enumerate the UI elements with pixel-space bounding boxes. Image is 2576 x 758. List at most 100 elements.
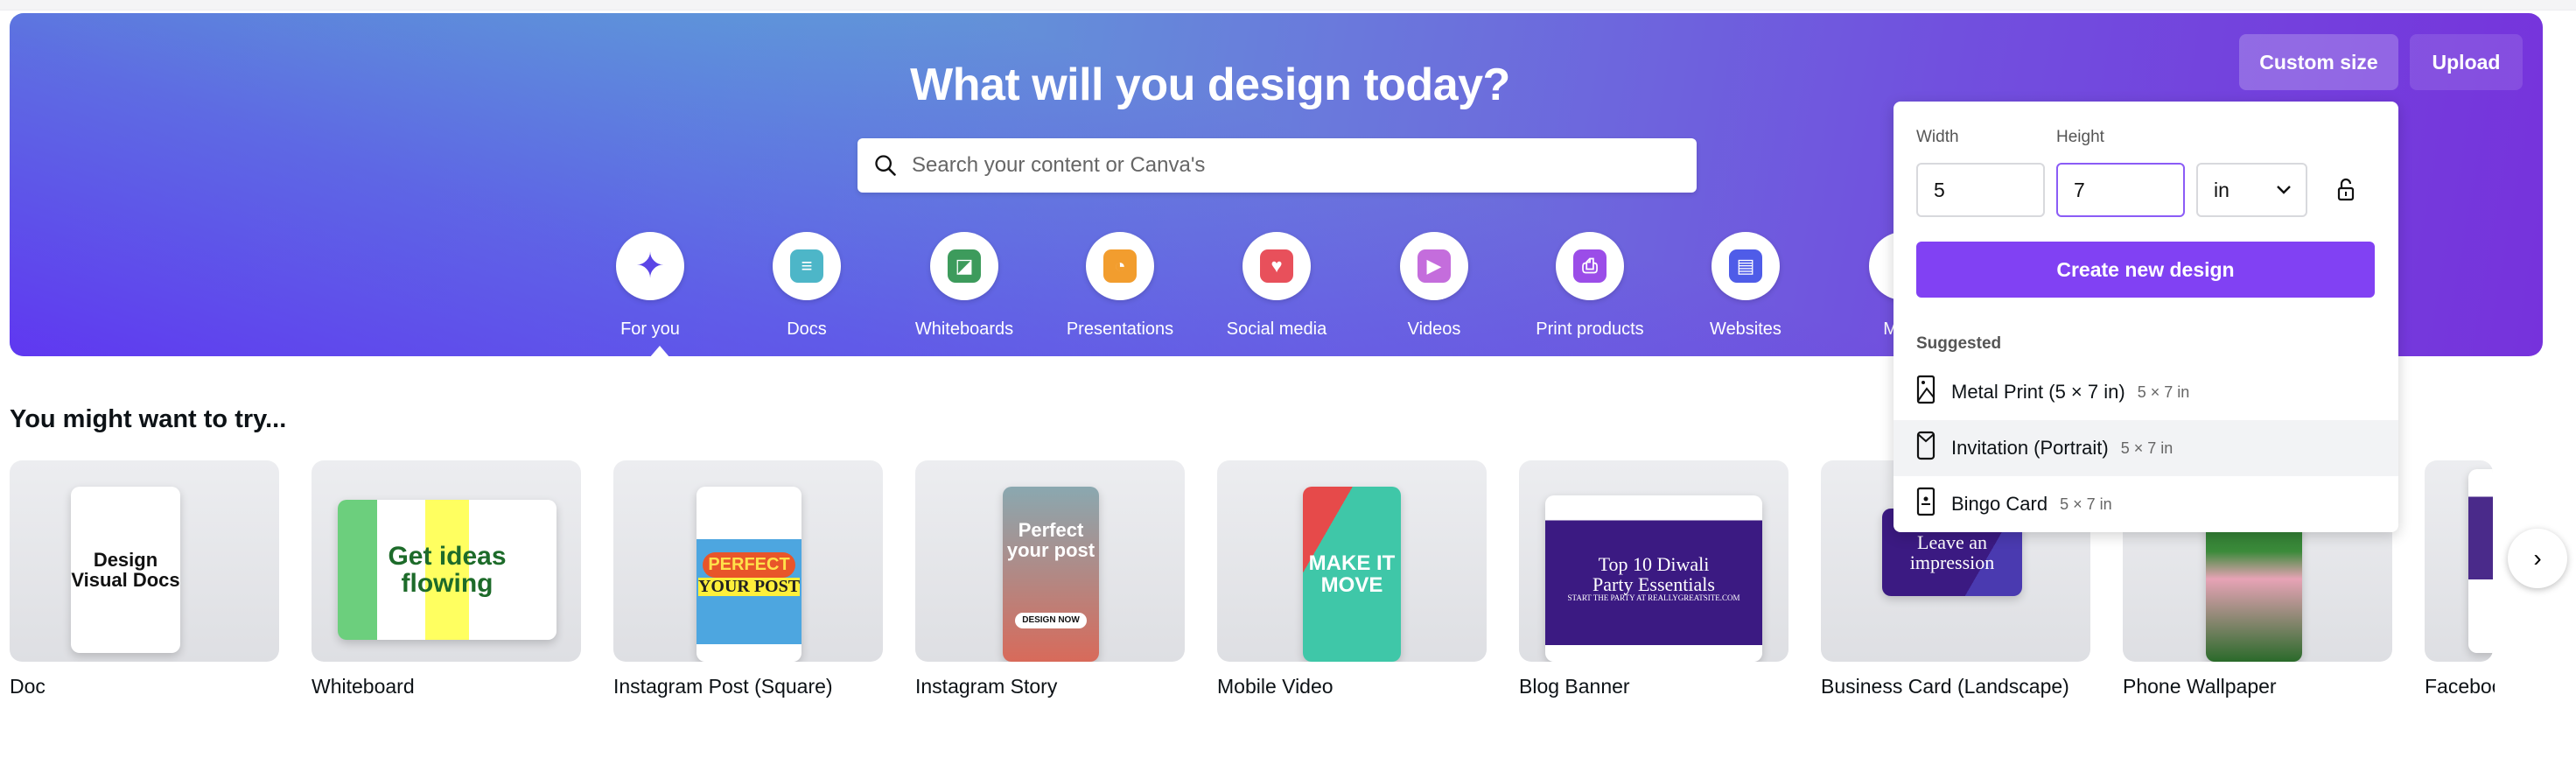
width-label: Width	[1916, 128, 1959, 146]
upload-button[interactable]: Upload	[2410, 34, 2523, 90]
template-thumbnail: Design Visual Docs	[71, 487, 180, 653]
website-icon: ▤	[1729, 249, 1762, 283]
category-circle: ✦	[616, 232, 684, 300]
category-circle: ⎙	[1556, 232, 1624, 300]
heart-icon: ♥	[1260, 249, 1293, 283]
browser-top-edge	[0, 0, 2576, 11]
thumbnail-text: impression	[1909, 551, 1995, 573]
search-bar[interactable]	[858, 138, 1697, 193]
category-print-products[interactable]: ⎙ Print products	[1529, 232, 1651, 340]
custom-size-button[interactable]: Custom size	[2239, 34, 2398, 90]
suggestion-size: 5 × 7 in	[2060, 495, 2112, 513]
suggested-label: Suggested	[1916, 334, 2002, 353]
template-card-label[interactable]: Facebook Post	[2425, 675, 2495, 698]
whiteboard-icon: ◪	[948, 249, 981, 283]
category-docs[interactable]: ≡ Docs	[746, 232, 868, 340]
suggestion-size: 5 × 7 in	[2137, 383, 2190, 401]
category-circle: ≡	[773, 232, 841, 300]
template-thumbnail: Get ideas flowing	[338, 500, 556, 640]
template-card-label[interactable]: Instagram Story	[915, 675, 1057, 698]
invitation-icon	[1916, 431, 1951, 466]
template-card-label[interactable]: Doc	[10, 675, 46, 698]
category-label: Social media	[1226, 319, 1327, 339]
template-card-label[interactable]: Instagram Post (Square)	[613, 675, 833, 698]
category-label: Websites	[1710, 319, 1782, 339]
section-title: You might want to try...	[10, 405, 287, 433]
category-whiteboards[interactable]: ◪ Whiteboards	[903, 232, 1026, 340]
thumbnail-text: Perfect your post	[1006, 518, 1096, 561]
thumbnail-text: Leave an	[1917, 530, 1987, 553]
category-label: Whiteboards	[914, 319, 1014, 339]
thumbnail-text: Party Essentials	[1592, 573, 1715, 596]
suggestion-name: Metal Print (5 × 7 in)	[1951, 381, 2125, 403]
thumbnail-text: YOUR POST	[697, 577, 801, 596]
template-card-instagram-story[interactable]: Perfect your post DESIGN NOW	[915, 460, 1185, 662]
category-circle: ◔	[1086, 232, 1154, 300]
category-circle: ♥	[1242, 232, 1311, 300]
sparkle-icon: ✦	[635, 247, 665, 285]
category-circle: ▤	[1712, 232, 1780, 300]
category-for-you[interactable]: ✦ For you	[589, 232, 711, 340]
search-icon	[875, 155, 896, 176]
suggestion-item[interactable]: Bingo Card 5 × 7 in	[1894, 476, 2398, 532]
carousel-next-button[interactable]: ›	[2508, 529, 2567, 588]
template-thumbnail: PERFECT YOUR POST	[696, 487, 802, 662]
presentation-icon: ◔	[1103, 249, 1137, 283]
height-input[interactable]	[2056, 163, 2185, 217]
video-icon: ▶	[1418, 249, 1451, 283]
height-label: Height	[2056, 128, 2104, 146]
selected-category-pointer	[649, 346, 670, 356]
template-card-doc[interactable]: Design Visual Docs	[10, 460, 279, 662]
template-card-label[interactable]: Blog Banner	[1519, 675, 1630, 698]
thumbnail-text: flowing	[401, 569, 494, 598]
suggestion-item[interactable]: Invitation (Portrait) 5 × 7 in	[1894, 420, 2398, 476]
template-card-mobile-video[interactable]: MAKE IT MOVE	[1217, 460, 1487, 662]
category-label: Print products	[1536, 319, 1644, 339]
unlock-icon[interactable]	[2336, 178, 2356, 202]
suggestion-size: 5 × 7 in	[2120, 439, 2174, 457]
thumbnail-text: Visual Docs	[71, 569, 180, 591]
unit-select[interactable]: in	[2196, 163, 2307, 217]
template-card-label[interactable]: Phone Wallpaper	[2123, 675, 2277, 698]
category-label: Presentations	[1066, 319, 1174, 339]
thumbnail-text: START THE PARTY AT REALLYGREATSITE.COM	[1567, 593, 1740, 603]
category-videos[interactable]: ▶ Videos	[1373, 232, 1495, 340]
thumbnail-text: Design	[93, 548, 158, 571]
template-card-facebook-post[interactable]	[2425, 460, 2493, 662]
category-circle: ▶	[1400, 232, 1468, 300]
template-thumbnail	[2468, 469, 2493, 653]
chevron-down-icon	[2277, 186, 2291, 194]
template-thumbnail: MAKE IT MOVE	[1303, 487, 1401, 662]
category-circle: ◪	[930, 232, 998, 300]
template-card-blog-banner[interactable]: Top 10 Diwali Party Essentials START THE P…	[1519, 460, 1788, 662]
template-card-whiteboard[interactable]: Get ideas flowing	[312, 460, 581, 662]
thumbnail-text: Top 10 Diwali	[1598, 553, 1710, 576]
thumbnail-text: MAKE IT	[1308, 551, 1396, 575]
category-presentations[interactable]: ◔ Presentations	[1059, 232, 1181, 340]
template-thumbnail: Top 10 Diwali Party Essentials START THE P…	[1545, 495, 1762, 662]
category-social-media[interactable]: ♥ Social media	[1215, 232, 1338, 340]
thumbnail-text: DESIGN NOW	[1015, 612, 1087, 629]
suggestion-name: Invitation (Portrait)	[1951, 437, 2109, 459]
image-frame-icon	[1916, 375, 1951, 410]
template-card-instagram-post-square[interactable]: PERFECT YOUR POST	[613, 460, 883, 662]
template-card-label[interactable]: Whiteboard	[312, 675, 415, 698]
suggestion-item[interactable]: Metal Print (5 × 7 in) 5 × 7 in	[1894, 364, 2398, 420]
suggestion-name: Bingo Card	[1951, 493, 2048, 515]
category-label: Docs	[787, 319, 827, 339]
template-card-label[interactable]: Mobile Video	[1217, 675, 1334, 698]
chevron-right-icon: ›	[2533, 544, 2542, 572]
width-input[interactable]	[1916, 163, 2045, 217]
create-new-design-button[interactable]: Create new design	[1916, 242, 2375, 298]
category-websites[interactable]: ▤ Websites	[1684, 232, 1807, 340]
thumbnail-text: Get ideas	[388, 541, 507, 571]
category-label: Videos	[1407, 319, 1461, 339]
unit-value: in	[2214, 178, 2230, 201]
template-thumbnail: Perfect your post DESIGN NOW	[1003, 487, 1099, 662]
template-card-label[interactable]: Business Card (Landscape)	[1821, 675, 2069, 698]
search-input[interactable]	[912, 153, 1682, 178]
thumbnail-text: PERFECT	[703, 552, 795, 578]
doc-icon: ≡	[790, 249, 823, 283]
card-icon	[1916, 487, 1951, 522]
printer-icon: ⎙	[1573, 249, 1606, 283]
